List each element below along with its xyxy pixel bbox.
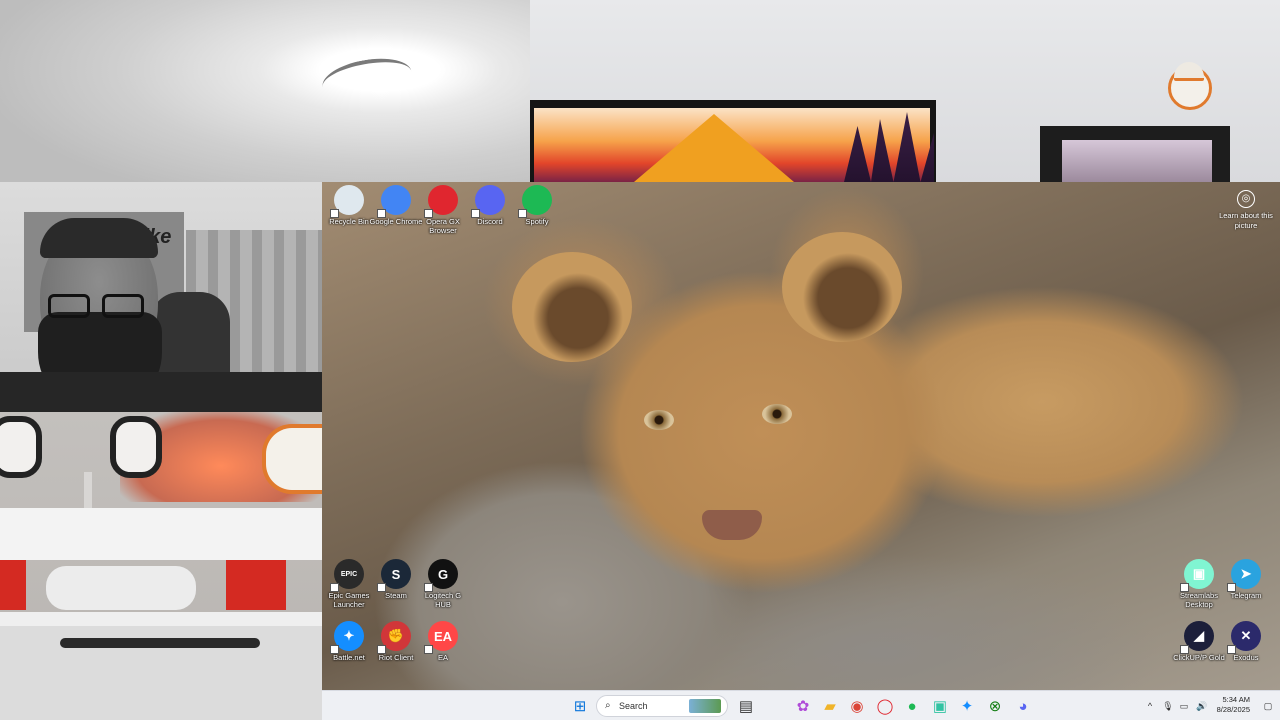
desktop-shortcut-label: Streamlabs Desktop	[1180, 591, 1218, 609]
desktop-shortcut[interactable]: ✕ Exodus	[1219, 618, 1273, 662]
desktop-shortcut-label: Epic Games Launcher	[328, 591, 370, 609]
chrome-taskbar-icon[interactable]: ◉	[847, 696, 867, 716]
desktop-shortcut-label: Steam	[385, 591, 407, 600]
desktop-shortcut[interactable]: ✊ Riot Client	[369, 618, 423, 662]
shortcut-arrow-icon	[377, 209, 386, 218]
taskbar-search[interactable]: ⌕ Search	[596, 695, 728, 717]
shortcut-arrow-icon	[424, 583, 433, 592]
shortcut-arrow-icon	[330, 583, 339, 592]
desktop-shortcut[interactable]: ✦ Battle.net	[322, 618, 376, 662]
taskbar: ⌕ Search 5:34 AM 8/28/2025 ▢ ⊞ ▤ ✿ ▰ ◉ ◯ ● ▣ ✦ ⊗ ◕…	[322, 690, 1280, 720]
camera-icon: ◎	[1237, 190, 1255, 208]
monitor	[530, 100, 936, 182]
steam-icon: S	[377, 559, 411, 592]
spotify-icon	[518, 185, 552, 218]
chevron-up-icon[interactable]: ^	[1140, 696, 1160, 716]
bb8-figure-large	[262, 424, 322, 494]
shortcut-arrow-icon	[1227, 645, 1236, 654]
file-explorer-icon[interactable]: ▰	[820, 696, 840, 716]
desktop-shortcut-label: Battle.net	[333, 653, 365, 662]
network-icon[interactable]: ▭	[1174, 696, 1194, 716]
shortcut-arrow-icon	[471, 209, 480, 218]
volume-icon[interactable]: 🔊	[1192, 696, 1212, 716]
shelf	[1040, 126, 1230, 182]
ea-icon: EA	[424, 621, 458, 654]
shortcut-arrow-icon	[1180, 645, 1189, 654]
ceiling	[0, 0, 530, 205]
chrome-icon	[377, 185, 411, 218]
exodus-icon: ✕	[1227, 621, 1261, 654]
desktop-shortcut[interactable]: G Logitech G HUB	[416, 556, 470, 609]
desktop-shortcut[interactable]: ➤ Telegram	[1219, 556, 1273, 600]
desktop-shortcut[interactable]: Spotify	[510, 182, 564, 226]
shortcut-arrow-icon	[424, 645, 433, 654]
desktop-shortcut-label: Logitech G HUB	[424, 591, 462, 609]
desktop-shortcut[interactable]: EA EA	[416, 618, 470, 662]
webcam-feed: like	[0, 182, 322, 412]
shortcut-arrow-icon	[377, 583, 386, 592]
desktop-shortcut[interactable]: Opera GX Browser	[416, 182, 470, 235]
windows-start-icon[interactable]: ⊞	[570, 696, 590, 716]
streamlabs-taskbar-icon[interactable]: ▣	[930, 696, 950, 716]
desktop-shortcut-label: EA	[437, 653, 448, 662]
opera-taskbar-icon[interactable]: ◯	[875, 696, 895, 716]
desktop-shortcut-label: Google Chrome	[369, 217, 423, 226]
epic-games-icon: EPIC	[330, 559, 364, 592]
spotify-taskbar-icon[interactable]: ●	[902, 696, 922, 716]
shortcut-arrow-icon	[330, 209, 339, 218]
system-clock[interactable]: 5:34 AM 8/28/2025	[1217, 695, 1250, 715]
telegram-icon: ➤	[1227, 559, 1261, 592]
battlenet-taskbar-icon[interactable]: ✦	[957, 696, 977, 716]
desktop-shortcut[interactable]: ▣ Streamlabs Desktop	[1172, 556, 1226, 609]
shortcut-arrow-icon	[1180, 583, 1189, 592]
desktop-shortcut[interactable]: S Steam	[369, 556, 423, 600]
search-icon: ⌕	[605, 700, 611, 711]
shortcut-arrow-icon	[330, 645, 339, 654]
recycle-bin-icon	[330, 185, 364, 218]
desktop-shortcut-label: Discord	[477, 217, 503, 226]
clock-date: 8/28/2025	[1216, 705, 1250, 714]
desktop-shortcut[interactable]: EPIC Epic Games Launcher	[322, 556, 376, 609]
shortcut-arrow-icon	[1227, 583, 1236, 592]
task-view-icon[interactable]: ▤	[736, 696, 756, 716]
desk-camera	[0, 412, 322, 720]
clickup-icon: ◢	[1180, 621, 1214, 654]
riot-client-icon: ✊	[377, 621, 411, 654]
desktop-shortcut-label: Opera GX Browser	[426, 217, 460, 235]
shortcut-arrow-icon	[377, 645, 386, 654]
desktop-shortcut-label: Recycle Bin	[329, 217, 369, 226]
desktop-shortcut-label: Spotify	[525, 217, 549, 226]
shortcut-arrow-icon	[518, 209, 527, 218]
opera-gx-icon	[424, 185, 458, 218]
windows-desktop: Recycle Bin Google Chrome Opera GX Browser…	[322, 182, 1280, 720]
streamlabs-icon: ▣	[1180, 559, 1214, 592]
shortcut-arrow-icon	[424, 209, 433, 218]
discord-taskbar-icon[interactable]: ◕	[1013, 696, 1033, 716]
desktop-shortcut-label: Telegram	[1230, 591, 1262, 600]
battlenet-icon: ✦	[330, 621, 364, 654]
discord-icon	[471, 185, 505, 218]
desktop-shortcut[interactable]: Google Chrome	[369, 182, 423, 226]
copilot-icon[interactable]: ✿	[793, 696, 813, 716]
desktop-shortcut[interactable]: Recycle Bin	[322, 182, 376, 226]
clock-time: 5:34 AM	[1222, 695, 1250, 704]
desktop-icons: Recycle Bin Google Chrome Opera GX Browser…	[322, 182, 1280, 690]
search-placeholder: Search	[619, 701, 648, 711]
desktop-shortcut-label: Riot Client	[378, 653, 414, 662]
notification-icon[interactable]: ▢	[1258, 696, 1278, 716]
learn-about-picture[interactable]: ◎ Learn about this picture	[1216, 190, 1276, 231]
desktop-shortcut-label: Exodus	[1233, 653, 1259, 662]
desktop-shortcut[interactable]: ◢ ClickUP/P Gold	[1172, 618, 1226, 662]
desktop-shortcut[interactable]: Discord	[463, 182, 517, 226]
desktop-shortcut-label: ClickUP/P Gold	[1173, 653, 1225, 662]
game-controller	[46, 566, 196, 610]
logitech-g-hub-icon: G	[424, 559, 458, 592]
xbox-icon[interactable]: ⊗	[985, 696, 1005, 716]
search-highlight-icon	[689, 699, 721, 713]
